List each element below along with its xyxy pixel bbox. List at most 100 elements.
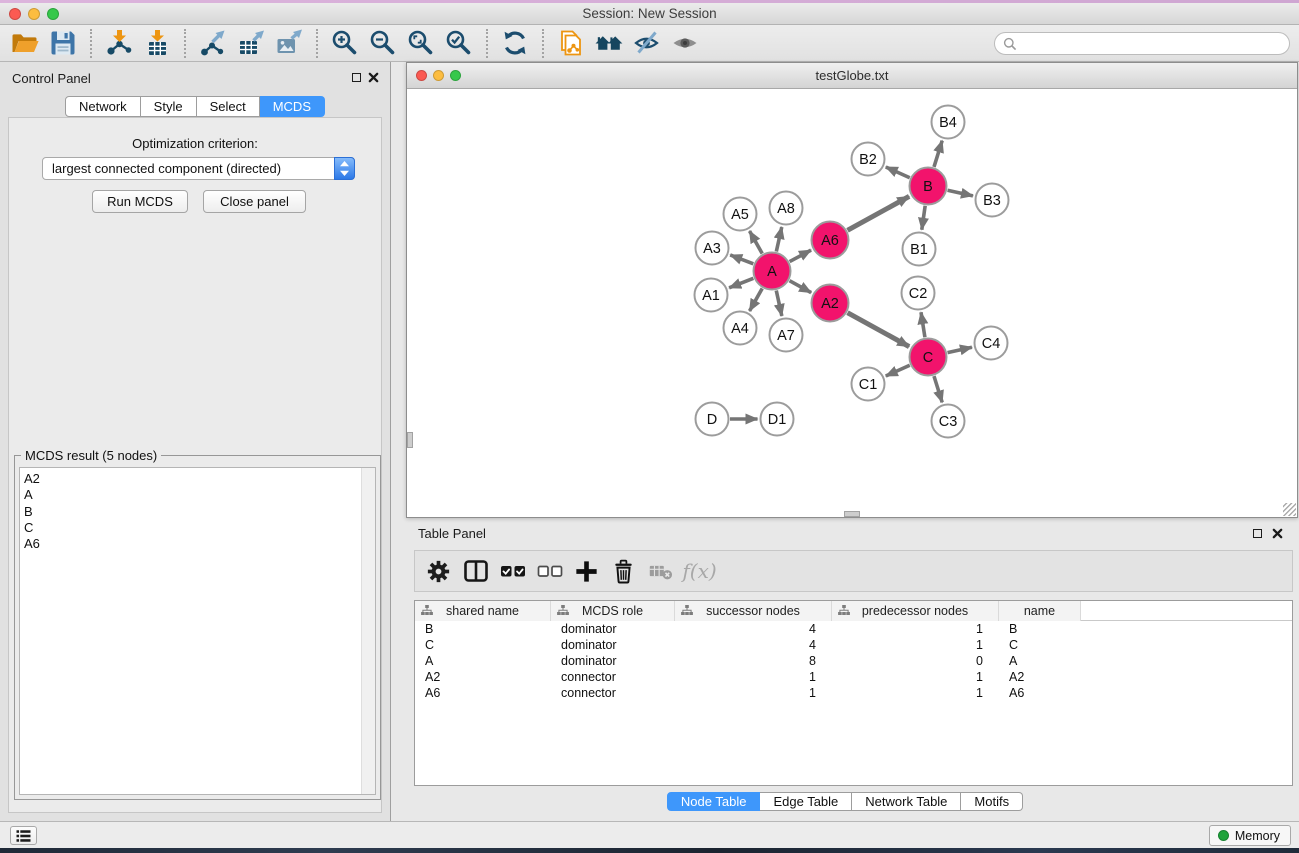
hide-selected-button[interactable] (628, 27, 666, 60)
edge-A2-C[interactable] (848, 313, 910, 347)
node-D1[interactable]: D1 (761, 403, 794, 436)
zoom-fit-button[interactable] (402, 27, 440, 60)
table-cell[interactable]: 1 (832, 685, 999, 701)
edge-A-A6[interactable] (790, 250, 811, 261)
node-A8[interactable]: A8 (770, 192, 803, 225)
select-all-button[interactable] (494, 553, 531, 589)
window-close-button[interactable] (9, 8, 21, 20)
network-close-button[interactable] (416, 70, 427, 81)
edge-A-A4[interactable] (750, 288, 763, 311)
refresh-button[interactable] (496, 27, 534, 60)
edge-A-A2[interactable] (790, 281, 812, 293)
node-B4[interactable]: B4 (932, 106, 965, 139)
table-cell[interactable]: connector (551, 669, 675, 685)
table-cell[interactable]: A6 (415, 685, 551, 701)
table-cell[interactable]: dominator (551, 653, 675, 669)
show-panels-button[interactable] (10, 826, 37, 845)
node-B2[interactable]: B2 (852, 143, 885, 176)
import-network-button[interactable] (100, 27, 138, 60)
tab-select[interactable]: Select (197, 96, 260, 117)
table-cell[interactable]: A2 (415, 669, 551, 685)
edge-B-B2[interactable] (886, 167, 910, 178)
column-header-successor-nodes[interactable]: successor nodes (675, 601, 832, 621)
node-A3[interactable]: A3 (696, 232, 729, 265)
open-button[interactable] (6, 27, 44, 60)
edge-C-C3[interactable] (934, 376, 942, 402)
node-B3[interactable]: B3 (976, 184, 1009, 217)
zoom-in-button[interactable] (326, 27, 364, 60)
memory-button[interactable]: Memory (1209, 825, 1291, 846)
table-row[interactable]: A2connector11A2 (415, 669, 1292, 685)
table-row[interactable]: Bdominator41B (415, 621, 1292, 637)
show-eye-button[interactable] (666, 27, 704, 60)
deselect-all-button[interactable] (531, 553, 568, 589)
edge-A-A1[interactable] (729, 278, 753, 288)
result-item[interactable]: B (24, 504, 359, 520)
resize-grip-icon[interactable] (1283, 503, 1296, 516)
table-cell[interactable]: dominator (551, 621, 675, 637)
node-C[interactable]: C (910, 339, 947, 376)
column-header-predecessor-nodes[interactable]: predecessor nodes (832, 601, 999, 621)
table-cell[interactable]: A6 (999, 685, 1081, 701)
tab-node-table[interactable]: Node Table (667, 792, 761, 811)
table-settings-button[interactable] (420, 553, 457, 589)
export-network-button[interactable] (194, 27, 232, 60)
table-cell[interactable]: 4 (675, 637, 832, 653)
save-button[interactable] (44, 27, 82, 60)
edge-A-A8[interactable] (776, 227, 781, 251)
tab-network-table[interactable]: Network Table (852, 792, 961, 811)
zoom-out-button[interactable] (364, 27, 402, 60)
network-from-document-button[interactable] (552, 27, 590, 60)
result-scrollbar[interactable] (361, 468, 375, 794)
network-zoom-button[interactable] (450, 70, 461, 81)
column-header-MCDS-role[interactable]: MCDS role (551, 601, 675, 621)
close-panel-icon[interactable] (368, 72, 379, 83)
edge-A-A5[interactable] (750, 231, 763, 254)
select-stepper-icon[interactable] (334, 157, 355, 180)
close-panel-button[interactable]: Close panel (203, 190, 306, 213)
result-item[interactable]: C (24, 520, 359, 536)
table-cell[interactable]: 8 (675, 653, 832, 669)
tab-network[interactable]: Network (65, 96, 141, 117)
table-cell[interactable]: C (999, 637, 1081, 653)
result-item[interactable]: A6 (24, 536, 359, 552)
table-row[interactable]: Cdominator41C (415, 637, 1292, 653)
edge-C-C2[interactable] (921, 312, 925, 337)
export-image-button[interactable] (270, 27, 308, 60)
edge-B-B4[interactable] (934, 141, 942, 167)
node-C1[interactable]: C1 (852, 368, 885, 401)
table-cell[interactable]: B (999, 621, 1081, 637)
node-B[interactable]: B (910, 168, 947, 205)
network-window-titlebar[interactable]: testGlobe.txt (407, 63, 1297, 89)
edge-B-B3[interactable] (948, 190, 973, 196)
table-cell[interactable]: A2 (999, 669, 1081, 685)
column-header-shared-name[interactable]: shared name (415, 601, 551, 621)
tab-mcds[interactable]: MCDS (260, 96, 325, 117)
zoom-selected-button[interactable] (440, 27, 478, 60)
edge-A-A7[interactable] (776, 291, 782, 316)
function-builder-button[interactable]: f(x) (679, 553, 716, 589)
table-cell[interactable]: 1 (675, 685, 832, 701)
result-item[interactable]: A (24, 487, 359, 503)
edge-C-C1[interactable] (886, 365, 910, 376)
node-A2[interactable]: A2 (812, 285, 849, 322)
vertical-scroll-nub[interactable] (407, 432, 413, 448)
window-minimize-button[interactable] (28, 8, 40, 20)
tab-edge-table[interactable]: Edge Table (760, 792, 852, 811)
column-header-name[interactable]: name (999, 601, 1081, 621)
node-A4[interactable]: A4 (724, 312, 757, 345)
node-A5[interactable]: A5 (724, 198, 757, 231)
home-button[interactable] (590, 27, 628, 60)
export-table-button[interactable] (232, 27, 270, 60)
network-minimize-button[interactable] (433, 70, 444, 81)
node-C2[interactable]: C2 (902, 277, 935, 310)
network-canvas[interactable]: B4B2BB3A5A8A6B1A3AC2A1A2A4A7C4CC1C3DD1 (407, 90, 1297, 517)
table-cell[interactable]: 1 (832, 621, 999, 637)
node-C3[interactable]: C3 (932, 405, 965, 438)
table-cell[interactable]: 1 (832, 637, 999, 653)
node-C4[interactable]: C4 (975, 327, 1008, 360)
table-cell[interactable]: B (415, 621, 551, 637)
table-cell[interactable]: A (415, 653, 551, 669)
edge-B-B1[interactable] (922, 206, 925, 230)
delete-table-button[interactable] (642, 553, 679, 589)
